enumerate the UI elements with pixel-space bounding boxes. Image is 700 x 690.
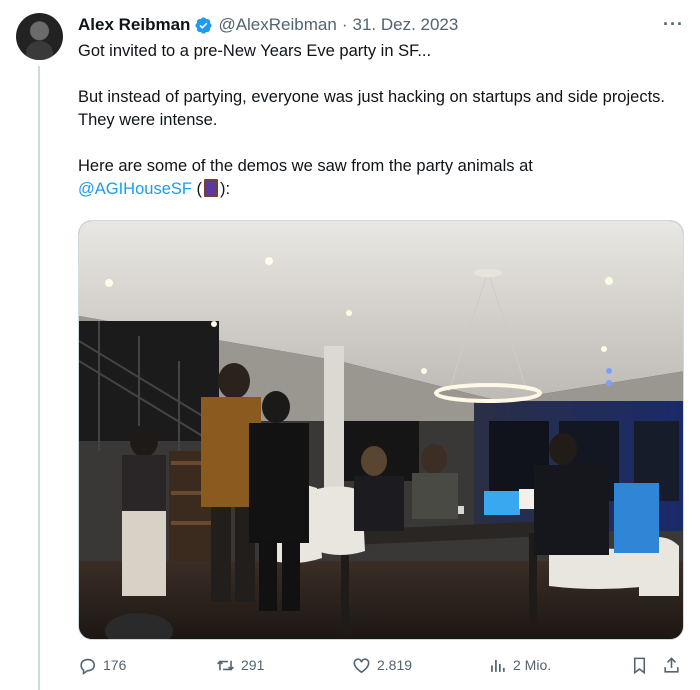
share-button[interactable] [662, 652, 681, 678]
author-name[interactable]: Alex Reibman [78, 15, 190, 35]
tweet-date[interactable]: 31. Dez. 2023 [352, 15, 458, 35]
separator-dot: · [341, 15, 348, 34]
tweet-line-3: Here are some of the demos we saw from t… [78, 155, 688, 201]
retweet-button[interactable]: 291 [216, 652, 264, 678]
tweet-photo[interactable] [78, 220, 684, 640]
tweet-header: Alex Reibman @AlexReibman · 31. Dez. 202… [78, 13, 458, 37]
paren-open: ( [191, 180, 203, 198]
share-icon [664, 656, 679, 673]
bookmark-button[interactable] [630, 652, 649, 678]
like-count: 2.819 [377, 657, 413, 673]
reply-count: 176 [103, 657, 127, 673]
tweet-line-2: But instead of partying, everyone was ju… [78, 88, 665, 129]
tweet-actions: 176 291 2.819 2 Mio. [78, 652, 688, 678]
like-icon [353, 657, 370, 673]
tweet-line-1: Got invited to a pre-New Years Eve party… [78, 42, 432, 60]
paren-close: ): [220, 180, 231, 198]
reply-button[interactable]: 176 [78, 652, 126, 678]
views-button[interactable]: 2 Mio. [488, 652, 551, 678]
bookmark-icon [633, 657, 646, 674]
thread-line [38, 66, 40, 690]
party-photo [79, 221, 683, 639]
views-count: 2 Mio. [513, 657, 552, 673]
retweet-icon [217, 659, 234, 671]
retweet-count: 291 [241, 657, 265, 673]
more-icon[interactable]: ··· [663, 14, 684, 35]
tweet-line-3-prefix: Here are some of the demos we saw from t… [78, 157, 533, 175]
reply-icon [80, 658, 96, 675]
avatar[interactable] [16, 13, 63, 60]
verified-icon[interactable] [194, 16, 213, 35]
door-emoji-icon [204, 179, 219, 197]
like-button[interactable]: 2.819 [352, 652, 412, 678]
tweet-text: Got invited to a pre-New Years Eve party… [78, 40, 688, 224]
mention-link[interactable]: @AGIHouseSF [78, 180, 192, 198]
views-icon [491, 659, 505, 672]
author-handle[interactable]: @AlexReibman [218, 15, 336, 35]
